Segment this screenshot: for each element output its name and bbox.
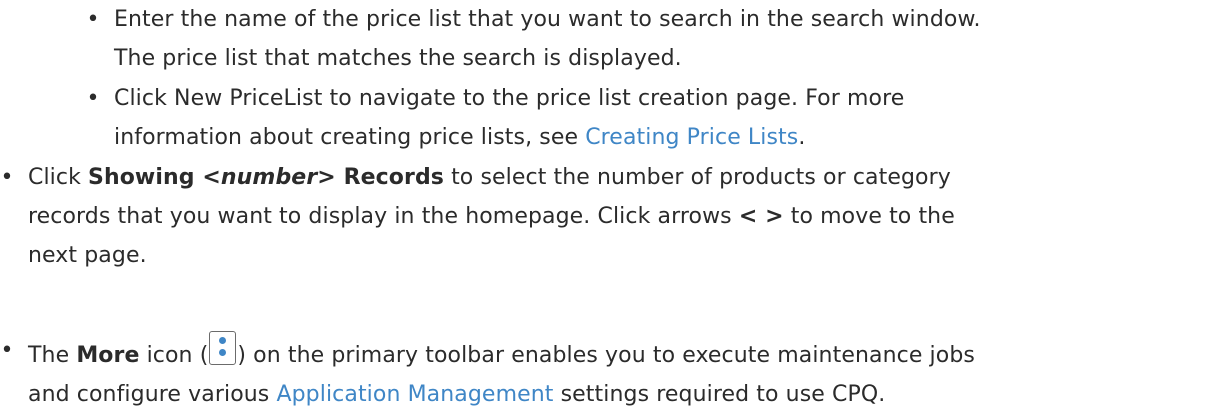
line-text: Click bbox=[28, 165, 89, 190]
sub-bullet-new-pricelist-line-1: Click New PriceList to navigate to the p… bbox=[114, 86, 905, 111]
line-text: . bbox=[798, 125, 806, 150]
vertical-ellipsis-icon bbox=[209, 331, 237, 365]
arrows-label: < > bbox=[738, 204, 784, 229]
document-page: • Enter the name of the price list that … bbox=[0, 0, 1225, 410]
line-text: settings required to use CPQ. bbox=[553, 382, 886, 407]
application-management-link[interactable]: Application Management bbox=[276, 382, 553, 407]
line-text: to select the number of products or cate… bbox=[443, 165, 951, 190]
bullet-showing-records-line-1: Click Showing <number> Records to select… bbox=[28, 158, 955, 197]
line-text: The bbox=[28, 343, 77, 368]
bullet-more-icon-line-2: and configure various Application Manage… bbox=[28, 375, 975, 414]
line-text: records that you want to display in the … bbox=[28, 204, 739, 229]
bullet-showing-records: • Click Showing <number> Records to sele… bbox=[0, 158, 955, 275]
bullet-marker: • bbox=[86, 7, 100, 32]
bullet-marker: • bbox=[0, 165, 14, 190]
bullet-showing-records-line-3: next page. bbox=[28, 243, 147, 268]
more-label: More bbox=[76, 343, 140, 368]
number-placeholder: <number> bbox=[202, 165, 336, 190]
line-text: icon ( bbox=[139, 343, 209, 368]
sub-bullet-new-pricelist-line-2: information about creating price lists, … bbox=[114, 118, 904, 157]
bullet-marker: • bbox=[86, 86, 100, 111]
line-text: information about creating price lists, … bbox=[114, 125, 586, 150]
bullet-more-icon-line-1: The More icon ( ) on the primary toolbar … bbox=[28, 331, 975, 375]
line-text: and configure various bbox=[28, 382, 277, 407]
sub-bullet-search-line-2: The price list that matches the search i… bbox=[114, 46, 682, 71]
sub-bullet-search: • Enter the name of the price list that … bbox=[86, 0, 981, 78]
creating-price-lists-link[interactable]: Creating Price Lists bbox=[585, 125, 798, 150]
bullet-marker: • bbox=[0, 338, 14, 363]
line-text: to move to the bbox=[783, 204, 955, 229]
records-label: Records bbox=[335, 165, 444, 190]
bullet-showing-records-line-2: records that you want to display in the … bbox=[28, 197, 955, 236]
bullet-more-icon: • The More icon ( ) on the primary toolba… bbox=[0, 331, 975, 414]
sub-bullet-search-line-1: Enter the name of the price list that yo… bbox=[114, 7, 981, 32]
showing-label: Showing bbox=[88, 165, 203, 190]
sub-bullet-new-pricelist: • Click New PriceList to navigate to the… bbox=[86, 79, 904, 157]
line-text: ) on the primary toolbar enables you to … bbox=[237, 343, 975, 368]
